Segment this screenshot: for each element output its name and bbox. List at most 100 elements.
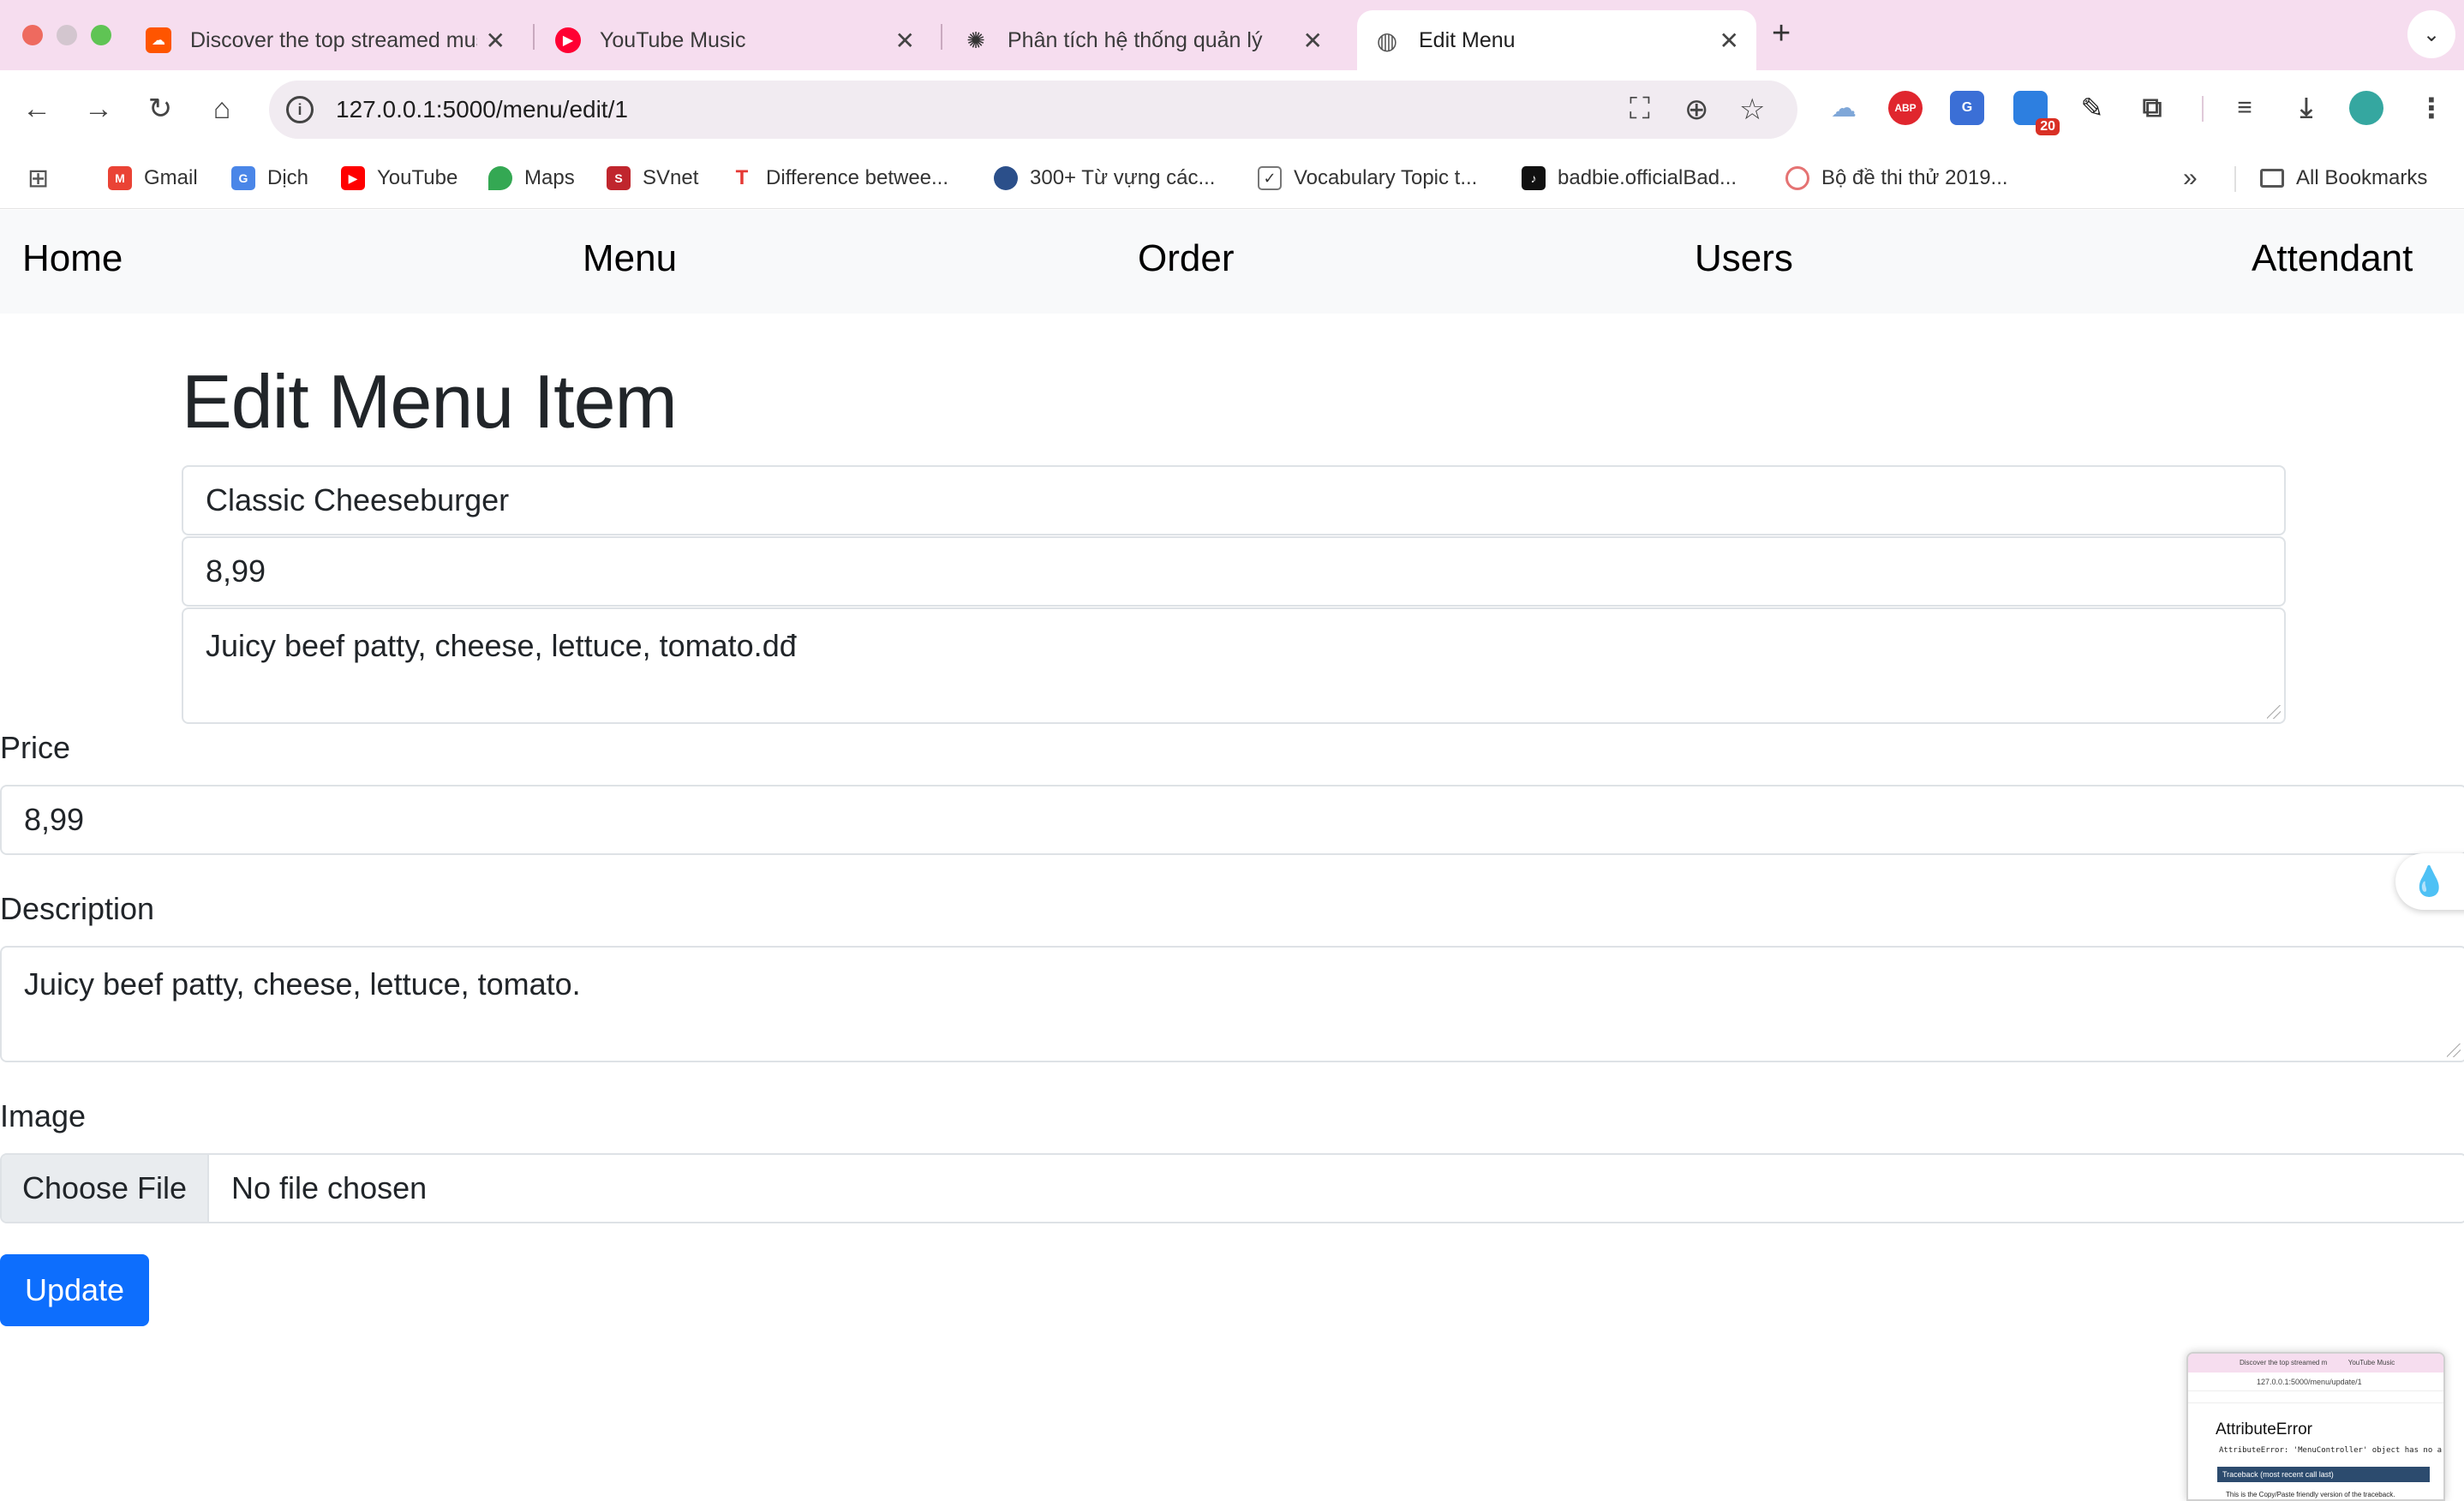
description-value: Juicy beef patty, cheese, lettuce, tomat… (24, 966, 581, 1002)
bookmark-dich[interactable]: G Dịch (231, 161, 308, 195)
description-textarea[interactable]: Juicy beef patty, cheese, lettuce, tomat… (0, 946, 2464, 1062)
resize-handle-icon[interactable] (2267, 705, 2281, 719)
item-description-value-top: Juicy beef patty, cheese, lettuce, tomat… (206, 628, 797, 663)
tab-separator (941, 24, 942, 50)
browser-tab-strip: ☁ Discover the top streamed music ✕ ▶ Yo… (0, 0, 2464, 70)
bookmark-maps[interactable]: Maps (488, 161, 575, 195)
bookmark-youtube[interactable]: ▶ YouTube (341, 161, 458, 195)
item-price-value-top: 8,99 (206, 553, 266, 589)
bookmark-svnet[interactable]: S SVnet (607, 161, 698, 195)
translate-icon[interactable]: ⛶ (1630, 93, 1650, 126)
water-drop-sparkle-icon: 💧 (2411, 865, 2448, 898)
site-info-icon[interactable]: i (286, 96, 314, 123)
choose-file-button[interactable]: Choose File (2, 1155, 209, 1222)
bookmark-badbie[interactable]: ♪ badbie.officialBad... (1522, 161, 1737, 195)
nav-attendant-link[interactable]: Attendant (2252, 237, 2413, 280)
zoom-icon[interactable]: ⊕ (1684, 93, 1709, 127)
tab-title: Discover the top streamed music (190, 27, 477, 52)
tab-title: Phân tích hệ thống quản lý (1008, 27, 1263, 52)
eyedropper-icon[interactable]: ✎ (2075, 91, 2109, 125)
thumbnail-tab-label: Discover the top streamed m (2240, 1359, 2328, 1366)
bookmark-label: 300+ Từ vựng các... (1030, 166, 1216, 189)
adblock-plus-icon[interactable]: ABP (1888, 91, 1923, 125)
image-label: Image (0, 1098, 87, 1133)
close-tab-icon[interactable]: ✕ (1303, 27, 1323, 55)
resize-handle-icon[interactable] (2447, 1044, 2461, 1057)
price-value: 8,99 (24, 802, 85, 837)
bookmark-bo-de-thi[interactable]: Bộ đề thi thử 2019... (1785, 161, 2008, 195)
browser-tab-soundcloud[interactable]: ☁ Discover the top streamed music ✕ (129, 10, 523, 70)
price-label: Price (0, 730, 71, 765)
bookmark-vocabulary-topic[interactable]: ✓ Vocabulary Topic t... (1258, 161, 1477, 195)
google-translate-extension-icon[interactable]: G (1950, 91, 1984, 125)
thumbnail-bookmarks (2188, 1391, 2443, 1403)
browser-tab-youtube-music[interactable]: ▶ YouTube Music ✕ (538, 10, 932, 70)
nav-home-link[interactable]: Home (22, 237, 123, 280)
forward-arrow-icon[interactable]: → (79, 89, 118, 129)
maximize-window-button[interactable] (91, 25, 111, 45)
nav-users-link[interactable]: Users (1695, 237, 1793, 280)
floating-assistant-button[interactable]: 💧 (2395, 853, 2464, 910)
thumbnail-copy-note: This is the Copy/Paste friendly version … (2226, 1491, 2395, 1498)
bookmark-label: Bộ đề thi thử 2019... (1821, 166, 2008, 189)
new-tab-button[interactable]: + (1772, 15, 1791, 52)
nav-menu-link[interactable]: Menu (583, 237, 677, 280)
extension-badge: 20 (2036, 118, 2060, 135)
gmail-icon: M (108, 166, 132, 190)
bookmark-label: Vocabulary Topic t... (1294, 166, 1478, 189)
update-button[interactable]: Update (0, 1254, 149, 1326)
extensions-puzzle-icon[interactable]: ⧉ (2135, 91, 2169, 125)
folder-icon (2260, 169, 2284, 188)
app-navbar: Home Menu Order Users Attendant (0, 210, 2464, 314)
profile-avatar-icon[interactable] (2349, 91, 2383, 125)
bookmarks-bar: ⊞ M Gmail G Dịch ▶ YouTube Maps S SVnet … (0, 147, 2464, 209)
bookmark-label: SVnet (643, 166, 699, 189)
tab-search-chevron-icon[interactable]: ⌄ (2407, 10, 2455, 58)
item-price-input-top[interactable]: 8,99 (182, 536, 2286, 607)
apps-grid-icon[interactable]: ⊞ (27, 161, 49, 195)
weather-extension-icon[interactable]: ☁ (1827, 91, 1861, 125)
media-controls-icon[interactable]: ≡ (2228, 91, 2262, 125)
close-tab-icon[interactable]: ✕ (486, 27, 505, 55)
image-file-input[interactable]: Choose File No file chosen (0, 1153, 2464, 1223)
url-text[interactable]: 127.0.0.1:5000/menu/edit/1 (336, 96, 628, 123)
back-arrow-icon[interactable]: ← (17, 89, 57, 129)
nav-order-link[interactable]: Order (1138, 237, 1234, 280)
home-icon[interactable]: ⌂ (202, 89, 242, 129)
all-bookmarks-label: All Bookmarks (2296, 166, 2428, 189)
bookmark-star-icon[interactable]: ☆ (1739, 93, 1765, 127)
close-tab-icon[interactable]: ✕ (895, 27, 915, 55)
soundcloud-icon: ☁ (146, 27, 171, 53)
all-bookmarks-button[interactable]: All Bookmarks (2260, 161, 2427, 195)
thumbnail-error-message: AttributeError: 'MenuController' object … (2219, 1446, 2443, 1455)
bookmark-gmail[interactable]: M Gmail (108, 161, 198, 195)
bookmark-label: Maps (524, 166, 575, 189)
thumbnail-traceback-header: Traceback (most recent call last) (2217, 1467, 2430, 1482)
thumbnail-error-title: AttributeError (2216, 1420, 2312, 1438)
more-menu-icon[interactable]: ⋮ (2414, 91, 2449, 125)
youtube-music-icon: ▶ (555, 27, 581, 53)
price-input[interactable]: 8,99 (0, 785, 2464, 855)
tab-counter-extension-icon[interactable]: 20 (2013, 91, 2060, 135)
close-window-button[interactable] (22, 25, 43, 45)
browser-tab-edit-menu[interactable]: ◍ Edit Menu ✕ (1357, 10, 1756, 70)
thumbnail-tab2-label: YouTube Music (2347, 1359, 2395, 1366)
bookmark-difference[interactable]: T Difference betwee... (730, 161, 948, 195)
thumbnail-url: 127.0.0.1:5000/menu/update/1 (2188, 1372, 2443, 1391)
close-tab-icon[interactable]: ✕ (1719, 27, 1739, 55)
bookmark-label: badbie.officialBad... (1558, 166, 1737, 189)
minimize-window-button[interactable] (57, 25, 77, 45)
page-title: Edit Menu Item (182, 359, 678, 444)
reload-icon[interactable]: ↻ (141, 89, 180, 129)
download-icon[interactable]: ⤓ (2289, 91, 2323, 125)
browser-tab-chatgpt[interactable]: ✺ Phân tích hệ thống quản lý ✕ (946, 10, 1340, 70)
more-bookmarks-chevron-icon[interactable]: » (2183, 161, 2198, 195)
description-label: Description (0, 891, 155, 926)
bookmark-300-tu-vung[interactable]: 300+ Từ vựng các... (994, 161, 1215, 195)
item-name-input[interactable]: Classic Cheeseburger (182, 465, 2286, 535)
tab-title: YouTube Music (600, 27, 746, 52)
globe-icon: ◍ (1376, 27, 1398, 54)
screenshot-thumbnail[interactable]: Discover the top streamed m YouTube Musi… (2186, 1352, 2445, 1501)
item-description-textarea-top[interactable]: Juicy beef patty, cheese, lettuce, tomat… (182, 607, 2286, 724)
address-bar[interactable]: i 127.0.0.1:5000/menu/edit/1 ⛶ ⊕ ☆ (269, 81, 1797, 139)
